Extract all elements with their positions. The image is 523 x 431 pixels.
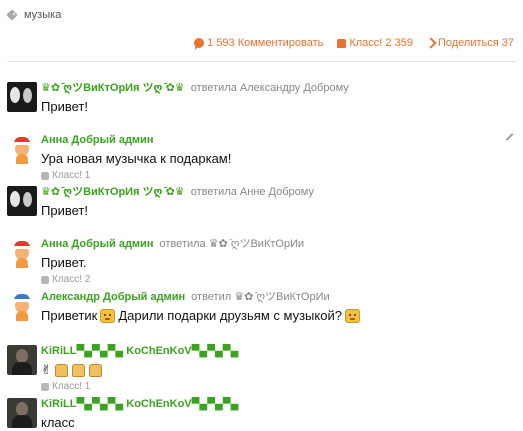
post-actions: 1 593 Комментировать Класс! 2 359 Подели…	[194, 37, 514, 50]
share-button[interactable]: Поделиться 37	[425, 37, 514, 49]
class-label: Класс! 2 359	[349, 37, 413, 49]
class-button[interactable]: Класс! 2 359	[337, 37, 413, 49]
thumbs-up-emoji-icon	[54, 363, 68, 377]
tag-icon	[7, 9, 19, 21]
comment-meta: KiRiLL▀▄▀▄▀▄ KoChEnKoV▀▄▀▄▀▄	[41, 345, 238, 358]
comment-author[interactable]: Александр Добрый админ	[41, 291, 185, 303]
thumbs-up-icon	[41, 171, 49, 180]
comment-meta: KiRiLL▀▄▀▄▀▄ KoChEnKoV▀▄▀▄▀▄	[41, 398, 238, 411]
comment-item: KiRiLL▀▄▀▄▀▄ KoChEnKoV▀▄▀▄▀▄ класс	[7, 398, 516, 430]
comment-meta: Анна Добрый админ	[41, 134, 153, 147]
comment-item: KiRiLL▀▄▀▄▀▄ KoChEnKoV▀▄▀▄▀▄ ✌ Класс! 1	[7, 345, 516, 392]
thumbs-up-icon	[41, 382, 49, 391]
smiley-emoji-icon	[100, 309, 116, 323]
comment-button[interactable]: 1 593 Комментировать	[194, 37, 324, 50]
comment-text: Приветик Дарили подарки друзьям с музыко…	[41, 308, 360, 324]
tag-label: музыка	[24, 9, 62, 21]
comment-text: Ура новая музычка к подаркам!	[41, 151, 232, 166]
avatar[interactable]	[7, 291, 37, 321]
class-like-label: Класс! 2	[52, 274, 91, 285]
edit-pencil-icon[interactable]	[505, 133, 514, 141]
thumbs-up-emoji-icon	[88, 363, 102, 377]
class-like-button[interactable]: Класс! 1	[41, 381, 90, 392]
comment-item: Анна Добрый админ Ура новая музычка к по…	[7, 133, 516, 181]
comment-text: класс	[41, 415, 75, 430]
thumbs-up-icon	[337, 38, 347, 48]
tag-row[interactable]: музыка	[7, 8, 61, 22]
comment-author[interactable]: KiRiLL▀▄▀▄▀▄ KoChEnKoV▀▄▀▄▀▄	[41, 398, 238, 410]
avatar[interactable]	[7, 398, 37, 428]
comment-author[interactable]: Анна Добрый админ	[41, 134, 153, 146]
comment-icon	[194, 38, 205, 50]
comment-item: Анна Добрый админ ответила ♛✿ ̄ღツВиКтОрИ…	[7, 238, 516, 285]
comment-meta: ♛✿ ̄ღツВиКтОрИя ツღ ̄✿♛ ответила Александр…	[41, 82, 349, 95]
share-icon	[425, 37, 437, 49]
thumbs-up-icon	[41, 275, 49, 284]
comment-reply-to[interactable]: ответила ♛✿ ̄ღツВиКтОрИи	[160, 238, 305, 250]
avatar[interactable]	[7, 82, 37, 112]
comment-text-part: Дарили подарки друзьям с музыкой?	[118, 308, 342, 323]
comment-text: Привет.	[41, 255, 87, 270]
class-like-label: Класс! 1	[52, 381, 91, 392]
comment-reply-to[interactable]: ответила Анне Доброму	[191, 186, 314, 198]
comment-item: ♛✿ ̄ღツВиКтОрИя ツღ ̄✿♛ ответила Анне Добр…	[7, 186, 516, 226]
comment-reply-to[interactable]: ответил ♛✿ ̄ღツВиКтОрИи	[191, 291, 329, 303]
victory-hand-emoji: ✌	[41, 362, 52, 377]
comment-text: ✌	[41, 362, 103, 378]
avatar[interactable]	[7, 345, 37, 375]
class-like-button[interactable]: Класс! 1	[41, 170, 90, 181]
avatar[interactable]	[7, 186, 37, 216]
comment-item: Александр Добрый админ ответил ♛✿ ̄ღツВиК…	[7, 291, 516, 331]
comment-text: Привет!	[41, 203, 88, 218]
class-like-label: Класс! 1	[52, 170, 91, 181]
avatar[interactable]	[7, 134, 37, 164]
comment-reply-to[interactable]: ответила Александру Доброму	[191, 82, 349, 94]
divider	[7, 61, 516, 62]
comment-item: ♛✿ ̄ღツВиКтОрИя ツღ ̄✿♛ ответила Александр…	[7, 82, 516, 122]
comment-author[interactable]: Анна Добрый админ	[41, 238, 153, 250]
avatar[interactable]	[7, 238, 37, 268]
comment-meta: Александр Добрый админ ответил ♛✿ ̄ღツВиК…	[41, 291, 330, 304]
comment-text-part: Приветик	[41, 308, 98, 323]
comment-author[interactable]: ♛✿ ̄ღツВиКтОрИя ツღ ̄✿♛	[41, 82, 185, 94]
comment-author[interactable]: KiRiLL▀▄▀▄▀▄ KoChEnKoV▀▄▀▄▀▄	[41, 345, 238, 357]
comment-author[interactable]: ♛✿ ̄ღツВиКтОрИя ツღ ̄✿♛	[41, 186, 185, 198]
share-label: Поделиться 37	[437, 37, 514, 49]
class-like-button[interactable]: Класс! 2	[41, 274, 90, 285]
comment-meta: Анна Добрый админ ответила ♛✿ ̄ღツВиКтОрИ…	[41, 238, 304, 251]
smiley-emoji-icon	[344, 309, 360, 323]
comment-label: 1 593 Комментировать	[207, 37, 324, 49]
thumbs-up-emoji-icon	[71, 363, 85, 377]
comment-meta: ♛✿ ̄ღツВиКтОрИя ツღ ̄✿♛ ответила Анне Добр…	[41, 186, 314, 199]
comment-text: Привет!	[41, 99, 88, 114]
